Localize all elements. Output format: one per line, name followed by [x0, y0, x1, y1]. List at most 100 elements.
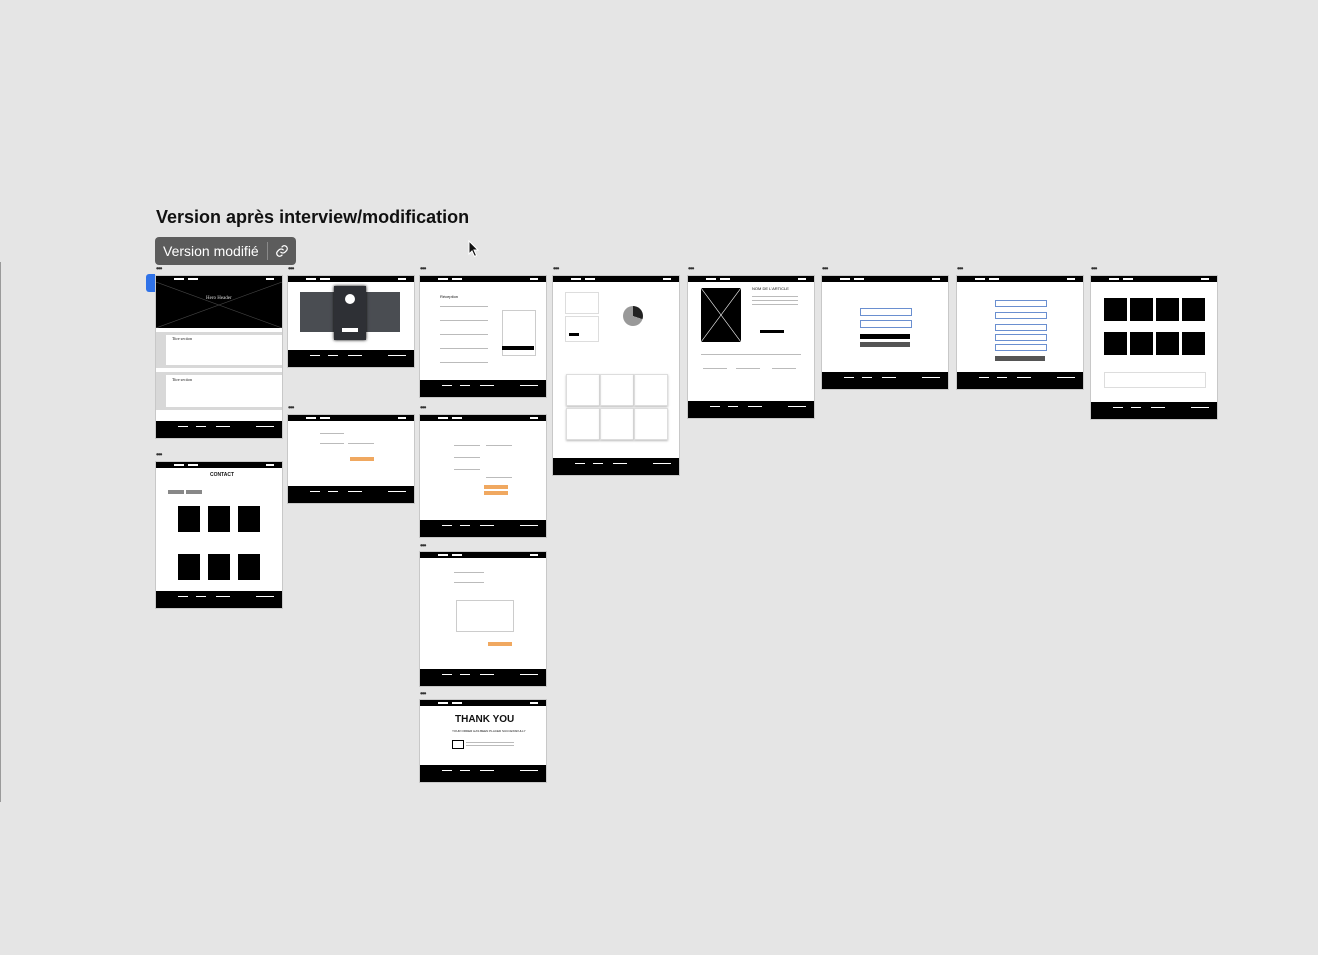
team-image-placeholder: [208, 506, 230, 532]
frame-footer: [288, 486, 414, 503]
section-title[interactable]: Version après interview/modification: [156, 207, 469, 228]
frame-menu-icon[interactable]: •••: [420, 542, 426, 550]
cards-grid: [563, 372, 669, 442]
frame-footer: [156, 591, 282, 608]
continue-button[interactable]: [488, 642, 512, 646]
canvas-left-guide: [0, 262, 1, 802]
frame-footer: [822, 372, 948, 389]
tab-button[interactable]: [168, 490, 184, 494]
team-image-placeholder: [178, 554, 200, 580]
frame-menu-icon[interactable]: •••: [957, 265, 963, 273]
frame-navbar: [822, 276, 948, 282]
frame-navbar: [288, 276, 414, 282]
section-block: Titre section: [156, 332, 282, 368]
gallery-image-placeholder: [1182, 332, 1205, 355]
frame-reservation[interactable]: Réception: [420, 276, 546, 397]
order-button[interactable]: [484, 491, 508, 495]
frame-thank-you[interactable]: THANK YOU YOUR ORDER HAS BEEN PLACED SUC…: [420, 700, 546, 782]
select-field[interactable]: [995, 334, 1047, 341]
thank-you-title: THANK YOU: [455, 714, 515, 725]
frame-navbar: [420, 415, 546, 421]
frame-footer: [688, 401, 814, 418]
frame-menu-icon[interactable]: •••: [156, 451, 162, 459]
pay-button[interactable]: [350, 457, 374, 461]
frame-footer: [420, 520, 546, 537]
frame-navbar: [156, 462, 282, 468]
frame-navbar: [1091, 276, 1217, 282]
section-heading: Titre section: [172, 377, 192, 382]
frame-menu-icon[interactable]: •••: [1091, 265, 1097, 273]
frame-navbar: [553, 276, 679, 282]
frame-dashboard[interactable]: [553, 276, 679, 475]
selection-marker: [146, 274, 155, 292]
frame-menu-icon[interactable]: •••: [420, 265, 426, 273]
gallery-image-placeholder: [1104, 298, 1127, 321]
frame-footer: [553, 458, 679, 475]
team-image-placeholder: [208, 554, 230, 580]
frame-contact[interactable]: CONTACT: [156, 462, 282, 608]
register-button[interactable]: [995, 356, 1045, 361]
gallery-image-placeholder: [1130, 298, 1153, 321]
product-image-placeholder: [701, 288, 741, 342]
frame-product-detail[interactable]: NOM DE L'ARTICLE: [688, 276, 814, 418]
frame-menu-icon[interactable]: •••: [288, 265, 294, 273]
frame-footer: [957, 372, 1083, 389]
tab-button[interactable]: [186, 490, 202, 494]
frame-footer: [288, 350, 414, 367]
frame-payment[interactable]: [288, 415, 414, 503]
frame-home[interactable]: Hero Header Titre section Titre section: [156, 276, 282, 438]
frame-footer: [156, 421, 282, 438]
frame-navbar: [288, 415, 414, 421]
gallery-image-placeholder: [1104, 332, 1127, 355]
hero-image-placeholder: [156, 282, 282, 328]
section-block: Titre section: [156, 372, 282, 410]
select-field[interactable]: [995, 344, 1047, 351]
select-field[interactable]: [995, 324, 1047, 331]
frame-login[interactable]: [822, 276, 948, 389]
gallery-image-placeholder: [1156, 332, 1179, 355]
email-field[interactable]: [995, 312, 1047, 319]
team-image-placeholder: [178, 506, 200, 532]
gallery-image-placeholder: [1182, 298, 1205, 321]
info-row: [1104, 372, 1206, 388]
frame-menu-icon[interactable]: •••: [688, 265, 694, 273]
name-field[interactable]: [995, 300, 1047, 307]
section-heading: Titre section: [172, 336, 192, 341]
mouse-cursor-icon: [468, 240, 480, 258]
link-icon[interactable]: [268, 244, 296, 258]
login-button[interactable]: [860, 334, 910, 339]
frame-navbar: [420, 700, 546, 706]
frame-footer: [1091, 402, 1217, 419]
profile-card[interactable]: [334, 286, 366, 340]
email-field[interactable]: [860, 308, 912, 316]
frame-menu-icon[interactable]: •••: [156, 265, 162, 273]
delivery-icon: [452, 740, 464, 749]
frame-menu-icon[interactable]: •••: [288, 404, 294, 412]
form-heading: Réception: [440, 294, 459, 299]
frame-footer: [420, 765, 546, 782]
signup-button[interactable]: [860, 342, 910, 347]
frame-menu-icon[interactable]: •••: [553, 265, 559, 273]
frame-navbar: [688, 276, 814, 282]
add-to-cart-button[interactable]: [760, 330, 784, 333]
frame-menu-icon[interactable]: •••: [822, 265, 828, 273]
contact-title: CONTACT: [210, 472, 235, 478]
frame-menu-icon[interactable]: •••: [420, 404, 426, 412]
frame-profiles[interactable]: [288, 276, 414, 367]
frame-order-summary[interactable]: [420, 552, 546, 686]
version-label[interactable]: Version modifié: [155, 243, 267, 259]
hero-title: Hero Header: [206, 296, 232, 301]
password-field[interactable]: [860, 320, 912, 328]
version-chip[interactable]: Version modifié: [155, 237, 296, 265]
frame-menu-icon[interactable]: •••: [420, 690, 426, 698]
frame-signup[interactable]: [957, 276, 1083, 389]
frame-gallery[interactable]: [1091, 276, 1217, 419]
frame-navbar: [957, 276, 1083, 282]
frame-footer: [420, 380, 546, 397]
order-details-box: [456, 600, 514, 632]
confirm-button[interactable]: [484, 485, 508, 489]
frame-checkout[interactable]: [420, 415, 546, 537]
frame-footer: [420, 669, 546, 686]
gallery-image-placeholder: [1156, 298, 1179, 321]
submit-button[interactable]: [502, 346, 534, 350]
